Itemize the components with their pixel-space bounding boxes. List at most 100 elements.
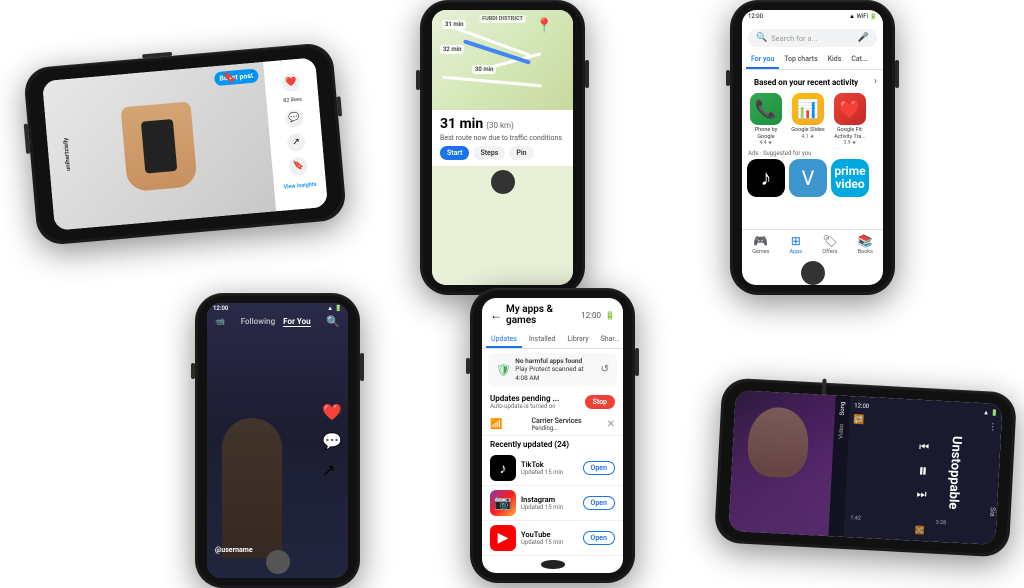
nav-offers[interactable]: 🏷 Offers: [822, 234, 837, 255]
tab-video[interactable]: Video: [837, 423, 845, 439]
power-button: [585, 60, 589, 88]
status-icons: ▲ 🔋: [983, 409, 998, 417]
current-time: 1:42: [850, 515, 861, 522]
shuffle-icon[interactable]: 🔀: [915, 526, 925, 536]
app-item-prime[interactable]: primevideo: [832, 159, 868, 197]
slides-app-rating: 4.1 ★: [802, 134, 815, 140]
search-input[interactable]: Search for a...: [771, 34, 854, 43]
recommended-apps-row: 📞 Phone by Google 4.4 ★ 📊 Google Slides …: [742, 91, 883, 148]
app-item-fit[interactable]: ❤️ Google Fit: Activity Tra... 3.9 ★: [832, 93, 868, 146]
top-button: [142, 52, 172, 59]
slides-app-icon: 📊: [792, 93, 824, 125]
youtube-app-row: ▶ YouTube Updated 15 min Open: [482, 521, 623, 556]
tab-following[interactable]: Following: [241, 317, 275, 327]
heart-icon[interactable]: ❤️: [322, 402, 342, 421]
tiktok-name: TikTok: [521, 460, 583, 469]
like-icon[interactable]: ❤️: [281, 73, 301, 93]
shield-icon: 🛡: [496, 363, 511, 377]
updates-pending-row: Updates pending ... Auto-update is turne…: [482, 390, 623, 414]
home-button[interactable]: [266, 550, 290, 574]
comment-icon[interactable]: 💬: [284, 109, 304, 129]
share-icon[interactable]: ↗: [287, 133, 307, 153]
nav-books-label: Books: [858, 249, 873, 255]
play-pause-icon[interactable]: ⏸: [918, 460, 928, 481]
app-item-venmo[interactable]: V: [790, 159, 826, 197]
myapps-screen: ← My apps & games 12:00 🔋 Updates Instal…: [482, 298, 623, 573]
instagram-phone: Boost post 🔖 ⋮ ❤️ 82 likes 💬 ↗ 🔖 View in…: [23, 42, 347, 246]
tab-share[interactable]: Shar...: [596, 332, 623, 348]
apps-icon: ⊞: [791, 234, 801, 248]
maps-screen: 📍 31 min 32 min 30 min FURDI DISTRICT 31…: [432, 10, 573, 285]
tiktok-top-bar: 📹 Following For You 🔍: [207, 315, 348, 328]
instagram-app-row: 📷 Instagram Updated 15 min Open: [482, 486, 623, 521]
app-item-tiktok[interactable]: ♪: [748, 159, 784, 197]
phone-app-icon: 📞: [750, 93, 782, 125]
nav-games[interactable]: 🎮 Games: [752, 234, 769, 255]
home-button[interactable]: [801, 261, 825, 285]
search-icon[interactable]: 🔍: [326, 315, 340, 328]
tab-updates[interactable]: Updates: [486, 332, 522, 348]
steps-button[interactable]: Steps: [473, 146, 505, 160]
app-item-phone[interactable]: 📞 Phone by Google 4.4 ★: [748, 93, 784, 146]
close-icon[interactable]: ✕: [607, 419, 615, 430]
search-bar[interactable]: 🔍 Search for a... 🎤: [748, 29, 877, 47]
next-icon[interactable]: ⏭: [916, 487, 927, 501]
tab-library[interactable]: Library: [562, 332, 593, 348]
battery-icon: 🔋: [605, 311, 615, 320]
tab-song[interactable]: Song: [839, 402, 847, 416]
updates-pending-label: Updates pending ...: [490, 394, 559, 403]
prev-icon[interactable]: ⏮: [919, 440, 930, 454]
carrier-status: Pending...: [531, 425, 581, 432]
play-store-tabs: For you Top charts Kids Cat...: [742, 51, 883, 70]
tab-kids[interactable]: Kids: [823, 51, 847, 69]
stop-button[interactable]: Stop: [585, 395, 615, 409]
screen-title: My apps & games: [506, 304, 577, 326]
status-bar: 12:00 ▲ WiFi 🔋: [742, 10, 883, 23]
live-icon: 📹: [215, 317, 225, 326]
music-screen: Song Video 12:00 ▲ 🔋 Unstoppable Sia ⏮ ⏸: [728, 390, 1002, 545]
nav-books[interactable]: 📚 Books: [858, 234, 873, 255]
repeat-icon[interactable]: 🔁: [853, 415, 865, 426]
power-button: [635, 348, 639, 376]
tab-for-you[interactable]: For you: [746, 51, 779, 69]
app-item-slides[interactable]: 📊 Google Slides 4.1 ★: [790, 93, 826, 146]
back-button[interactable]: ←: [490, 308, 502, 322]
album-art: [728, 390, 835, 536]
maps-distance: (30 km): [486, 121, 514, 130]
music-info: 12:00 ▲ 🔋 Unstoppable Sia ⏮ ⏸ ⏭ 🔁 ⋮: [843, 396, 1002, 545]
pin-button[interactable]: Pin: [509, 146, 533, 160]
status-icons: ▲ 🔋: [327, 305, 342, 312]
comment-icon[interactable]: 💬: [322, 431, 342, 450]
home-button[interactable]: [541, 560, 565, 569]
games-icon: 🎮: [753, 234, 768, 248]
tab-top-charts[interactable]: Top charts: [779, 51, 822, 69]
status-bar: 12:00 ▲ 🔋: [207, 305, 348, 312]
top-bar: ← My apps & games 12:00 🔋: [482, 298, 623, 332]
youtube-open-button[interactable]: Open: [583, 531, 615, 545]
options-icon[interactable]: ⋮: [988, 422, 998, 432]
instagram-updated: Updated 15 min: [521, 504, 583, 511]
youtube-name: YouTube: [521, 530, 583, 539]
mic-icon[interactable]: 🎤: [858, 33, 869, 43]
start-button[interactable]: Start: [440, 146, 469, 160]
phone-app-rating: 4.4 ★: [760, 140, 773, 146]
tiktok-username: @username: [215, 546, 253, 554]
total-time: 3:28: [935, 520, 946, 527]
home-button[interactable]: [491, 170, 515, 194]
tab-installed[interactable]: Installed: [524, 332, 561, 348]
status-bar: 12:00 ▲ 🔋: [854, 402, 998, 417]
carrier-name: Carrier Services: [531, 417, 581, 425]
nav-apps[interactable]: ⊞ Apps: [790, 234, 803, 255]
tiktok-icon: ♪: [490, 455, 516, 481]
share-icon[interactable]: ↗: [322, 460, 342, 479]
save-icon[interactable]: 🔖: [289, 156, 309, 176]
tab-cat[interactable]: Cat...: [846, 51, 873, 69]
instagram-open-button[interactable]: Open: [583, 496, 615, 510]
offers-icon: 🏷: [822, 234, 837, 248]
view-insights-link[interactable]: View insights: [278, 181, 322, 191]
nav-offers-label: Offers: [822, 249, 837, 255]
tab-for-you[interactable]: For You: [283, 317, 310, 327]
refresh-icon[interactable]: ↺: [601, 364, 609, 375]
map-time-label-3: 30 min: [472, 65, 496, 74]
tiktok-open-button[interactable]: Open: [583, 461, 615, 475]
